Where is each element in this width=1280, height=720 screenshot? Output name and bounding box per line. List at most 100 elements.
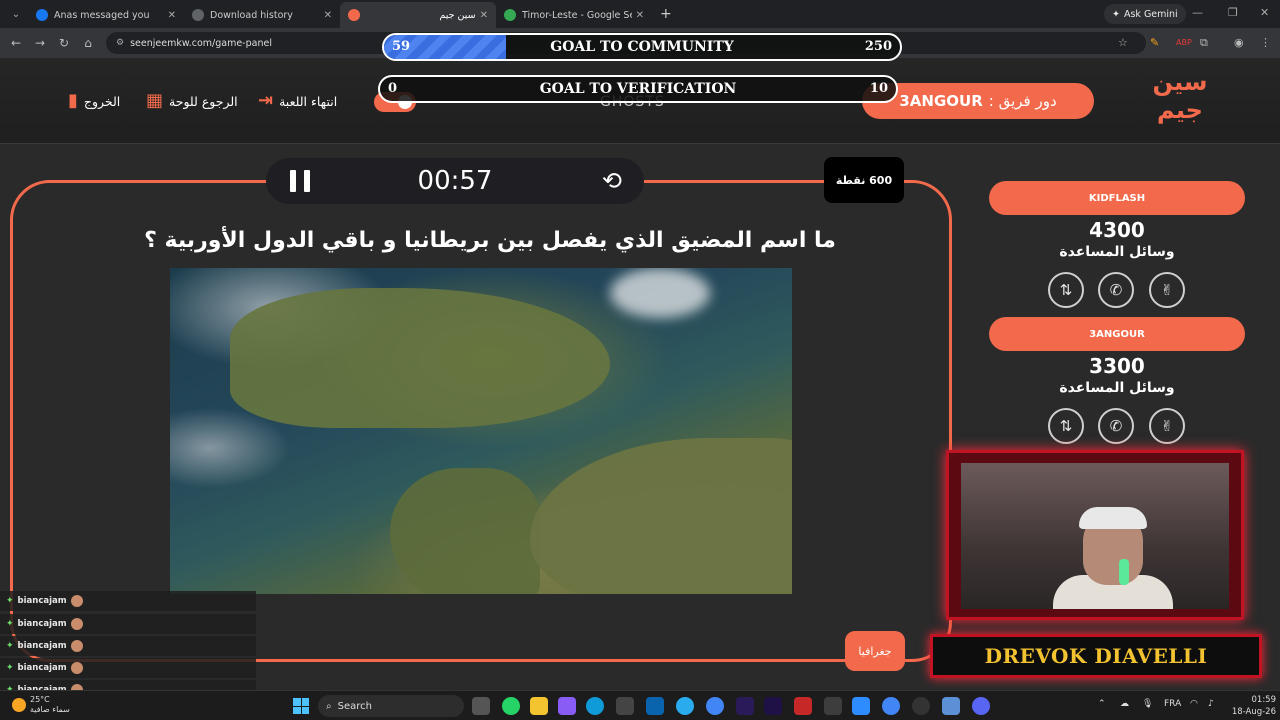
image-land	[390, 468, 540, 594]
language-indicator[interactable]: FRA	[1164, 699, 1181, 709]
premiere-icon[interactable]	[736, 697, 754, 715]
goal-target: 10	[869, 81, 888, 96]
home-icon[interactable]: ⌂	[76, 36, 100, 50]
mic-icon[interactable]: 🎙	[1142, 699, 1153, 709]
ask-gemini-button[interactable]: ✦ Ask Gemini	[1104, 4, 1186, 24]
restart-timer-icon[interactable]: ⟲	[602, 167, 622, 195]
copilot-icon[interactable]	[558, 697, 576, 715]
end-game-button[interactable]: ⇥ انتهاء اللعبة	[258, 89, 337, 113]
download-icon	[192, 9, 204, 21]
arrow-right-icon: ⇥	[258, 90, 274, 111]
streamer-nameplate: DREVOK DIAVELLI	[930, 634, 1262, 678]
team-aids-label: وسائل المساعدة	[1059, 244, 1175, 260]
file-explorer-icon[interactable]	[530, 697, 548, 715]
team-score: 3300	[1089, 354, 1145, 378]
app-icon[interactable]	[794, 697, 812, 715]
chrome-active-icon[interactable]	[882, 697, 900, 715]
tab-search-chevron-icon[interactable]: ⌄	[4, 4, 28, 24]
blender-icon[interactable]	[824, 697, 842, 715]
outlook-icon[interactable]	[646, 697, 664, 715]
exit-button[interactable]: ▮ الخروج	[68, 89, 120, 113]
close-icon[interactable]: ✕	[480, 10, 488, 21]
search-icon: ⌕	[326, 700, 332, 712]
tab-title: Timor-Leste - Google Search	[522, 9, 632, 21]
phone-icon[interactable]: ✆	[1098, 272, 1134, 308]
site-info-icon[interactable]: ⚙	[116, 38, 124, 48]
minimize-icon[interactable]: —	[1192, 6, 1203, 19]
tab-seen-jeem[interactable]: سين جيم ✕	[340, 2, 496, 28]
back-to-board-label: الرجوع للوحة	[169, 93, 238, 109]
task-view-icon[interactable]	[472, 697, 490, 715]
goal-target: 250	[864, 39, 892, 54]
badge-icon: ✦	[6, 596, 14, 606]
profile-avatar-icon[interactable]: ◉	[1234, 36, 1244, 49]
facebook-icon	[36, 9, 48, 21]
edge-icon[interactable]	[586, 697, 604, 715]
double-points-icon[interactable]: ⇅	[1048, 272, 1084, 308]
weather-widget[interactable]: 25°C سماء صافية	[12, 695, 70, 715]
discord-icon[interactable]	[972, 697, 990, 715]
chat-username: biancajam	[17, 641, 67, 651]
clock-time: 01:59	[1251, 695, 1277, 705]
bookmark-star-icon[interactable]: ☆	[1118, 36, 1128, 49]
cloud-icon[interactable]: ☁	[1120, 699, 1129, 709]
tab-bar: ⌄ Anas messaged you ✕ Download history ✕…	[0, 0, 1280, 28]
windows-taskbar: 25°C سماء صافية ⌕ Search ⌃ ☁ 🎙 FRA ◠ ♪ 0…	[0, 690, 1280, 720]
victory-hand-icon[interactable]: ✌	[1149, 408, 1185, 444]
victory-hand-icon[interactable]: ✌	[1149, 272, 1185, 308]
store-icon[interactable]	[616, 697, 634, 715]
seen-jeem-logo: سين جيم	[1152, 68, 1208, 124]
back-to-board-button[interactable]: ▦ الرجوع للوحة	[146, 89, 238, 113]
chat-message: ✦ biancajam	[0, 591, 256, 611]
new-tab-icon[interactable]: +	[660, 6, 672, 22]
chat-username: biancajam	[17, 596, 67, 606]
reload-icon[interactable]: ↻	[52, 36, 76, 50]
goal-label: GOAL TO COMMUNITY	[550, 39, 734, 55]
windows-start-icon[interactable]	[293, 698, 309, 714]
url-text: seenjeemkw.com/game-panel	[130, 37, 272, 49]
telegram-icon[interactable]	[676, 697, 694, 715]
extensions-puzzle-icon[interactable]: ⧉	[1200, 36, 1208, 50]
tab-title: Download history	[210, 9, 293, 21]
close-window-icon[interactable]: ✕	[1260, 6, 1269, 19]
google-icon	[504, 9, 516, 21]
extension-hammer-icon[interactable]: ✎	[1150, 36, 1159, 49]
obs-icon[interactable]	[912, 697, 930, 715]
wifi-icon[interactable]: ◠	[1190, 699, 1198, 709]
zoom-icon[interactable]	[852, 697, 870, 715]
tab-google-search[interactable]: Timor-Leste - Google Search ✕	[496, 2, 652, 28]
exit-label: الخروج	[83, 93, 121, 109]
back-icon[interactable]: ←	[4, 36, 28, 50]
team-turn-name: 3ANGOUR	[899, 92, 983, 110]
restore-icon[interactable]: ❐	[1228, 6, 1238, 19]
after-effects-icon[interactable]	[764, 697, 782, 715]
close-icon[interactable]: ✕	[636, 10, 644, 21]
more-menu-icon[interactable]: ⋮	[1260, 36, 1271, 49]
close-icon[interactable]: ✕	[168, 10, 176, 21]
seen-jeem-favicon-icon	[348, 9, 360, 21]
tab-download-history[interactable]: Download history ✕	[184, 2, 340, 28]
taskbar-search-label: Search	[337, 700, 372, 712]
chrome-icon[interactable]	[706, 697, 724, 715]
double-points-icon[interactable]: ⇅	[1048, 408, 1084, 444]
chat-avatar	[70, 595, 83, 607]
moon-weather-icon	[12, 698, 26, 712]
chat-avatar	[70, 662, 83, 674]
photos-icon[interactable]	[942, 697, 960, 715]
forward-icon[interactable]: →	[28, 36, 52, 50]
phone-icon[interactable]: ✆	[1098, 408, 1134, 444]
category-badge: جغرافيا	[845, 631, 905, 671]
chat-message: ✦ biancajam	[0, 636, 256, 656]
volume-icon[interactable]: ♪	[1208, 699, 1214, 709]
whatsapp-icon[interactable]	[502, 697, 520, 715]
adblock-icon[interactable]: ABP	[1176, 38, 1192, 47]
close-icon[interactable]: ✕	[324, 10, 332, 21]
taskbar-search[interactable]: ⌕ Search	[318, 695, 464, 717]
clock[interactable]: 01:59 18-Aug-26	[1226, 694, 1276, 718]
weather-desc: سماء صافية	[30, 705, 70, 714]
question-points: 600 نقطة	[824, 157, 904, 203]
tray-chevron-icon[interactable]: ⌃	[1098, 699, 1106, 709]
webcam-feed	[961, 463, 1229, 609]
goal-label: GOAL TO VERIFICATION	[539, 81, 737, 97]
tab-facebook[interactable]: Anas messaged you ✕	[28, 2, 184, 28]
